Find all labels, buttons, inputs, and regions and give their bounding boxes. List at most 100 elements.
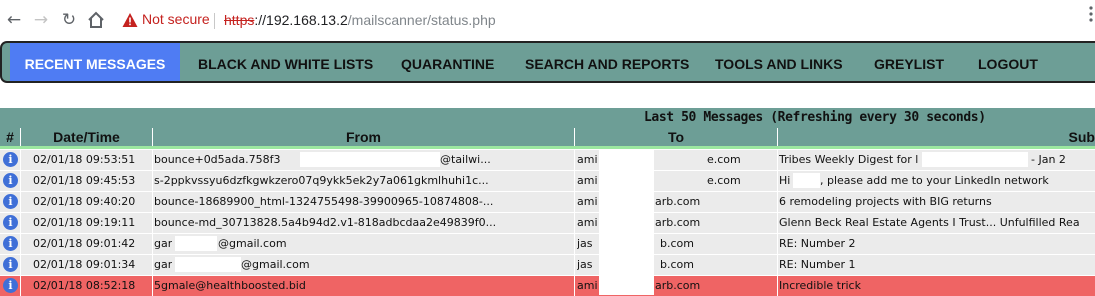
redaction: [599, 149, 654, 295]
row-divider: [152, 171, 153, 191]
warning-icon: [122, 13, 138, 27]
row-divider: [574, 192, 575, 212]
row-divider: [574, 255, 575, 275]
cell-to-tail: arb.com: [655, 279, 701, 292]
row-divider: [20, 255, 21, 275]
forward-arrow-icon[interactable]: →: [30, 9, 52, 31]
row-divider: [777, 276, 778, 296]
kebab-menu-icon[interactable]: [1089, 6, 1093, 27]
col-header-to[interactable]: To: [574, 128, 777, 146]
cell-to: ami: [577, 195, 598, 208]
info-icon[interactable]: i: [3, 152, 18, 167]
redaction: [922, 152, 1028, 167]
col-header-number[interactable]: #: [0, 128, 20, 146]
row-divider: [20, 150, 21, 170]
row-divider: [777, 192, 778, 212]
home-icon[interactable]: [85, 9, 107, 31]
row-divider: [777, 171, 778, 191]
url-text[interactable]: https://192.168.13.2/mailscanner/status.…: [224, 12, 496, 28]
url-host: ://192.168.13.2: [254, 12, 348, 28]
nav-greylist[interactable]: GREYLIST: [874, 43, 944, 81]
nav-tools-links[interactable]: TOOLS AND LINKS: [715, 43, 843, 81]
redaction: [175, 236, 217, 251]
row-divider: [20, 213, 21, 233]
row-divider: [152, 192, 153, 212]
cell-datetime: 02/01/18 09:19:11: [33, 216, 136, 229]
cell-from: bounce-md_30713828.5a4b94d2.v1-818adbcda…: [154, 216, 497, 229]
col-header-subject-label: Sub: [1068, 129, 1095, 145]
table-row[interactable]: i 02/01/18 09:01:34 gar @gmail.com jas b…: [0, 254, 1095, 275]
url-path: /mailscanner/status.php: [347, 12, 496, 28]
cell-to-tail: b.com: [660, 237, 694, 250]
cell-to-tail: arb.com: [655, 195, 701, 208]
cell-subject: RE: Number 2: [779, 237, 856, 250]
row-divider: [20, 171, 21, 191]
row-divider: [777, 150, 778, 170]
cell-to: ami: [577, 153, 598, 166]
cell-to-tail: arb.com: [655, 216, 701, 229]
row-divider: [777, 255, 778, 275]
col-header-datetime[interactable]: Date/Time: [20, 128, 152, 146]
row-divider: [574, 213, 575, 233]
nav-black-white-lists[interactable]: BLACK AND WHITE LISTS: [198, 43, 373, 81]
cell-from-tail: @gmail.com: [241, 258, 310, 271]
cell-from-tail: @gmail.com: [218, 237, 287, 250]
nav-search-reports[interactable]: SEARCH AND REPORTS: [525, 43, 689, 81]
security-label[interactable]: Not secure: [142, 11, 210, 27]
cell-from: gar: [154, 258, 173, 271]
redaction: [175, 257, 241, 272]
col-header-from[interactable]: From: [152, 128, 574, 146]
cell-to-tail: b.com: [660, 258, 694, 271]
cell-to: ami: [577, 174, 598, 187]
cell-subject-tail: - Jan 2: [1031, 153, 1066, 166]
cell-subject: Glenn Beck Real Estate Agents I Trust...…: [779, 216, 1080, 229]
table-row[interactable]: i 02/01/18 09:19:11 bounce-md_30713828.5…: [0, 212, 1095, 233]
table-row-spam[interactable]: i 02/01/18 08:52:18 5gmale@healthboosted…: [0, 275, 1095, 296]
address-divider: [214, 13, 215, 29]
row-divider: [777, 234, 778, 254]
cell-to: jas: [577, 258, 593, 271]
table-row[interactable]: i 02/01/18 09:01:42 gar @gmail.com jas b…: [0, 233, 1095, 254]
row-divider: [152, 234, 153, 254]
cell-datetime: 02/01/18 09:40:20: [33, 195, 136, 208]
nav-quarantine[interactable]: QUARANTINE: [401, 43, 494, 81]
url-scheme: https: [224, 12, 255, 28]
row-divider: [20, 192, 21, 212]
cell-from: bounce+0d5ada.758f3: [154, 153, 281, 166]
info-icon[interactable]: i: [3, 173, 18, 188]
row-divider: [777, 213, 778, 233]
table-row[interactable]: i 02/01/18 09:40:20 bounce-18689900_html…: [0, 191, 1095, 212]
info-icon[interactable]: i: [3, 194, 18, 209]
cell-from: 5gmale@healthboosted.bid: [154, 279, 306, 292]
cell-from-tail: @tailwi...: [440, 153, 491, 166]
info-icon[interactable]: i: [3, 236, 18, 251]
info-icon[interactable]: i: [3, 257, 18, 272]
nav-recent-messages[interactable]: RECENT MESSAGES: [10, 43, 180, 81]
info-icon[interactable]: i: [3, 215, 18, 230]
table-row[interactable]: i 02/01/18 09:53:51 bounce+0d5ada.758f3 …: [0, 149, 1095, 170]
row-divider: [152, 150, 153, 170]
row-divider: [152, 255, 153, 275]
row-divider: [574, 150, 575, 170]
cell-datetime: 02/01/18 08:52:18: [33, 279, 136, 292]
row-divider: [152, 276, 153, 296]
address-bar[interactable]: Not secure https://192.168.13.2/mailscan…: [116, 8, 1086, 34]
info-icon[interactable]: i: [3, 278, 18, 293]
col-header-subject[interactable]: Sub: [777, 128, 1095, 146]
cell-from: s-2ppkvssyu6dzfkgwkzero07q9ykk5ek2y7a061…: [154, 174, 489, 187]
browser-toolbar: ← → ↻ Not secure https://192.168.13.2/ma…: [0, 0, 1095, 40]
cell-datetime: 02/01/18 09:01:42: [33, 237, 136, 250]
cell-to: ami: [577, 279, 598, 292]
cell-subject-tail: , please add me to your LinkedIn network: [820, 174, 1049, 187]
back-arrow-icon[interactable]: ←: [3, 9, 25, 31]
cell-subject: RE: Number 1: [779, 258, 856, 271]
cell-subject: Hi: [779, 174, 791, 187]
table-title-row: Last 50 Messages (Refreshing every 30 se…: [0, 108, 1095, 128]
cell-from: gar: [154, 237, 173, 250]
reload-icon[interactable]: ↻: [58, 9, 80, 31]
cell-subject: 6 remodeling projects with BIG returns: [779, 195, 992, 208]
nav-logout[interactable]: LOGOUT: [978, 43, 1038, 81]
row-divider: [152, 213, 153, 233]
cell-to-tail: e.com: [707, 153, 741, 166]
table-row[interactable]: i 02/01/18 09:45:53 s-2ppkvssyu6dzfkgwkz…: [0, 170, 1095, 191]
